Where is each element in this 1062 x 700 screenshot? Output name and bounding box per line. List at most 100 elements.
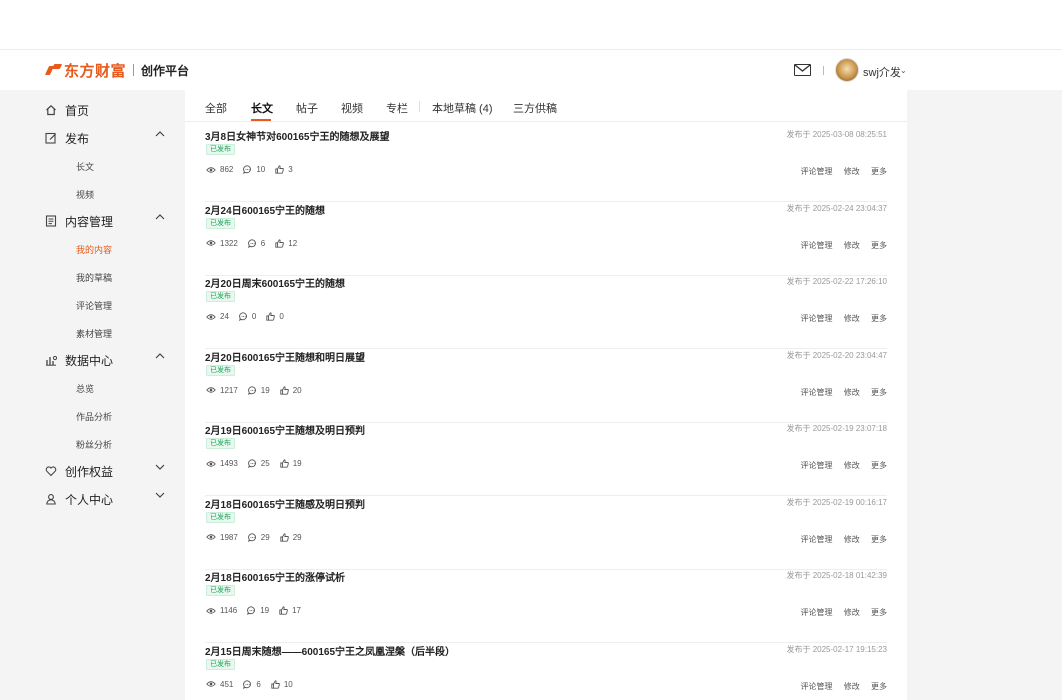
article-actions: 评论管理 修改 更多 — [792, 387, 887, 398]
tab-posts[interactable]: 帖子 — [296, 100, 318, 116]
sidebar-item-benefits[interactable]: 创作权益 — [45, 462, 170, 480]
manage-comments-link[interactable]: 评论管理 — [801, 608, 833, 617]
chevron-up-icon[interactable] — [155, 213, 165, 224]
sidebar-item-personal[interactable]: 个人中心 — [45, 490, 170, 508]
sidebar-item-data-center[interactable]: 数据中心 — [45, 351, 170, 369]
chevron-up-icon[interactable] — [155, 352, 165, 363]
more-link[interactable]: 更多 — [871, 535, 887, 544]
article-publish-date: 发布于 2025-02-17 19:15:23 — [786, 644, 887, 654]
tab-video[interactable]: 视频 — [341, 100, 363, 116]
tab-column[interactable]: 专栏 — [386, 100, 408, 116]
sidebar-subitem-overview[interactable]: 总览 — [76, 382, 94, 395]
manage-comments-link[interactable]: 评论管理 — [801, 388, 833, 397]
edit-link[interactable]: 修改 — [844, 388, 860, 397]
tab-third-party[interactable]: 三方供稿 — [513, 100, 557, 116]
likes-stat: 20 — [280, 386, 302, 395]
more-link[interactable]: 更多 — [871, 314, 887, 323]
more-link[interactable]: 更多 — [871, 388, 887, 397]
status-badge: 已发布 — [206, 144, 235, 155]
likes-count: 0 — [279, 312, 284, 321]
article-item[interactable]: 2月20日600165宁王随想和明日展望 发布于 2025-02-20 23:0… — [205, 349, 887, 423]
sidebar-subitem-drafts[interactable]: 我的草稿 — [76, 271, 112, 284]
likes-count: 12 — [288, 238, 298, 248]
article-publish-date: 发布于 2025-02-20 23:04:47 — [786, 350, 887, 360]
article-item[interactable]: 2月24日600165宁王的随想 发布于 2025-02-24 23:04:37… — [205, 202, 887, 276]
logo[interactable]: 东方财富 创作平台 — [45, 62, 189, 80]
article-title[interactable]: 2月15日周末随想——600165宁王之凤凰涅槃（后半段） — [205, 643, 455, 658]
comments-count: 6 — [260, 238, 266, 248]
more-link[interactable]: 更多 — [871, 241, 887, 250]
eye-icon — [206, 607, 216, 614]
sidebar-item-publish[interactable]: 发布 — [45, 129, 170, 147]
article-title[interactable]: 2月20日600165宁王随想和明日展望 — [205, 349, 365, 364]
avatar[interactable] — [835, 58, 859, 82]
comment-icon — [247, 606, 256, 615]
article-publish-date: 发布于 2025-02-19 00:16:17 — [786, 497, 887, 507]
more-link[interactable]: 更多 — [871, 608, 887, 617]
edit-link[interactable]: 修改 — [844, 682, 860, 691]
manage-comments-link[interactable]: 评论管理 — [801, 314, 833, 323]
edit-link[interactable]: 修改 — [844, 461, 860, 470]
manage-comments-link[interactable]: 评论管理 — [801, 241, 833, 250]
edit-link[interactable]: 修改 — [844, 241, 860, 250]
sidebar-subitem-works-analysis[interactable]: 作品分析 — [76, 410, 112, 423]
mail-icon[interactable] — [794, 64, 811, 76]
edit-link[interactable]: 修改 — [844, 608, 860, 617]
edit-link[interactable]: 修改 — [844, 535, 860, 544]
more-link[interactable]: 更多 — [871, 461, 887, 470]
article-title[interactable]: 3月8日女神节对600165宁王的随想及展望 — [205, 128, 390, 143]
tab-all[interactable]: 全部 — [205, 100, 227, 116]
manage-comments-link[interactable]: 评论管理 — [801, 461, 833, 470]
views-stat: 1217 — [206, 386, 238, 395]
article-actions: 评论管理 修改 更多 — [792, 534, 887, 545]
sidebar-subitem-fans-analysis[interactable]: 粉丝分析 — [76, 438, 112, 451]
article-item[interactable]: 2月18日600165宁王的涨停试析 发布于 2025-02-18 01:42:… — [205, 569, 887, 643]
more-link[interactable]: 更多 — [871, 167, 887, 176]
sidebar-subitem-materials[interactable]: 素材管理 — [76, 327, 112, 340]
article-item[interactable]: 3月8日女神节对600165宁王的随想及展望 发布于 2025-03-08 08… — [205, 128, 887, 202]
comments-count: 0 — [251, 312, 257, 321]
article-item[interactable]: 2月18日600165宁王随感及明日预判 发布于 2025-02-19 00:1… — [205, 496, 887, 570]
more-link[interactable]: 更多 — [871, 682, 887, 691]
views-stat: 862 — [206, 165, 233, 174]
article-title[interactable]: 2月24日600165宁王的随想 — [205, 202, 325, 217]
sidebar-subitem-comments[interactable]: 评论管理 — [76, 299, 112, 312]
chevron-down-icon[interactable]: ⌄ — [900, 66, 907, 75]
thumbs-up-icon — [275, 165, 285, 174]
heart-icon — [45, 465, 57, 477]
chevron-down-icon[interactable] — [155, 463, 165, 474]
sidebar-item-home[interactable]: 首页 — [45, 101, 170, 119]
article-item[interactable]: 2月15日周末随想——600165宁王之凤凰涅槃（后半段） 发布于 2025-0… — [205, 643, 887, 700]
bar-chart-icon — [45, 354, 58, 366]
sidebar-subitem-my-content[interactable]: 我的内容 — [76, 243, 112, 256]
article-item[interactable]: 2月19日600165宁王随想及明日预判 发布于 2025-02-19 23:0… — [205, 422, 887, 496]
manage-comments-link[interactable]: 评论管理 — [801, 167, 833, 176]
manage-comments-link[interactable]: 评论管理 — [801, 535, 833, 544]
status-badge: 已发布 — [206, 217, 235, 229]
article-item[interactable]: 2月20日周末600165宁王的随想 发布于 2025-02-22 17:26:… — [205, 275, 887, 349]
thumbs-up-icon — [280, 532, 289, 542]
tab-local-drafts[interactable]: 本地草稿 (4) — [432, 100, 493, 116]
views-count: 1217 — [220, 385, 238, 395]
header-separator — [823, 66, 824, 75]
edit-link[interactable]: 修改 — [844, 314, 860, 323]
likes-stat: 12 — [275, 239, 297, 248]
article-title[interactable]: 2月19日600165宁王随想及明日预判 — [205, 422, 365, 437]
eye-icon — [206, 240, 216, 246]
sidebar-subitem-article[interactable]: 长文 — [76, 160, 94, 173]
sidebar-subitem-video[interactable]: 视频 — [76, 188, 94, 201]
views-count: 24 — [220, 312, 229, 321]
comments-count: 29 — [260, 532, 270, 542]
sidebar-item-content[interactable]: 内容管理 — [45, 212, 170, 230]
manage-comments-link[interactable]: 评论管理 — [801, 682, 833, 691]
edit-link[interactable]: 修改 — [844, 167, 860, 176]
article-title[interactable]: 2月18日600165宁王随感及明日预判 — [205, 496, 365, 511]
tab-long-article[interactable]: 长文 — [251, 100, 273, 116]
chevron-up-icon[interactable] — [155, 130, 165, 141]
comments-stat: 19 — [247, 606, 269, 615]
username[interactable]: swj介发 — [863, 64, 901, 80]
chevron-down-icon[interactable] — [155, 491, 165, 502]
article-title[interactable]: 2月18日600165宁王的涨停试析 — [205, 569, 345, 584]
eye-icon — [206, 681, 216, 687]
article-title[interactable]: 2月20日周末600165宁王的随想 — [205, 275, 345, 290]
